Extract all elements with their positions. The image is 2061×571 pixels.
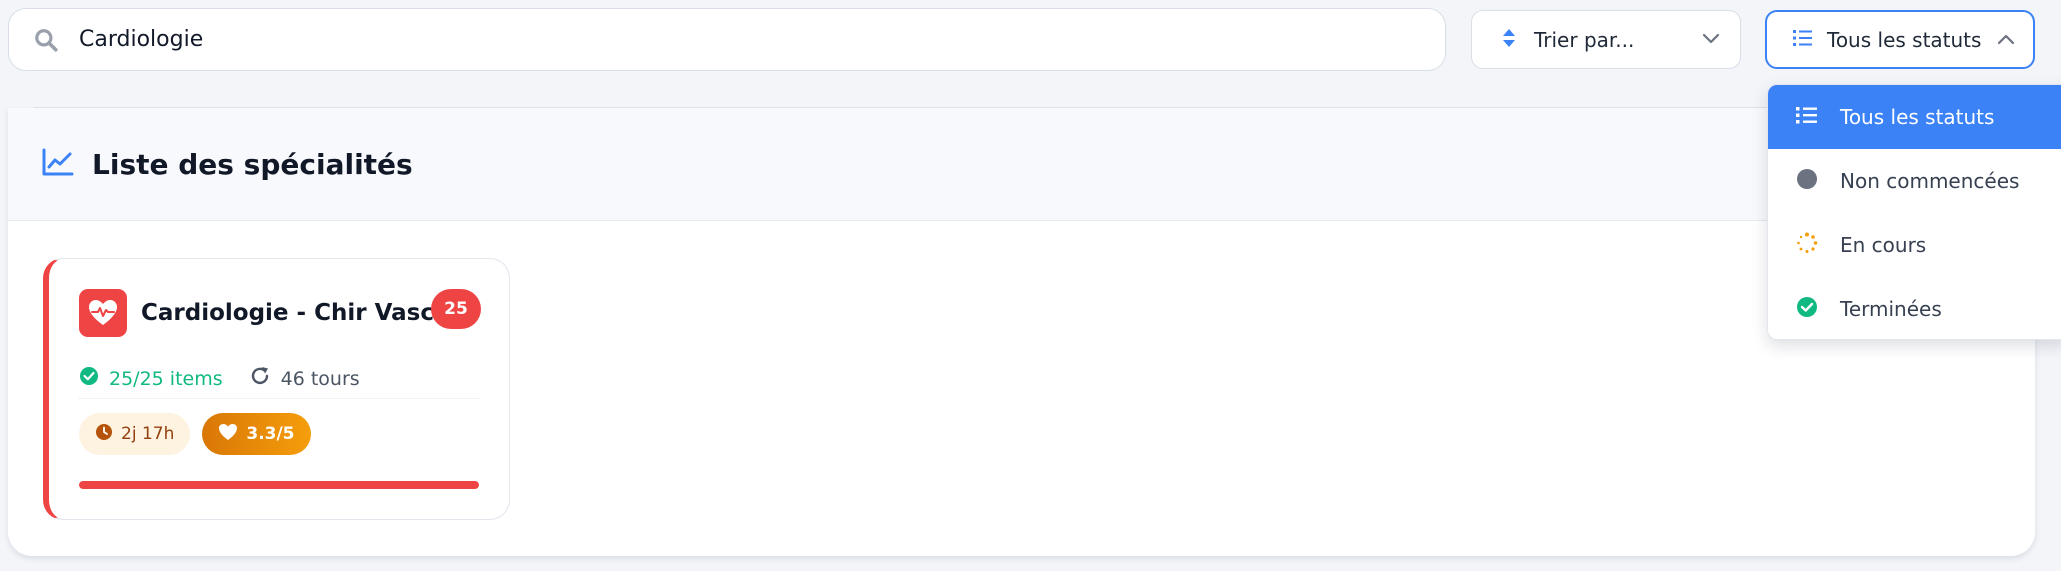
dropdown-item-label: En cours: [1840, 233, 1927, 257]
sort-arrows-icon: [1502, 28, 1516, 52]
clock-icon: [95, 423, 113, 446]
specialties-panel: Liste des spécialités Cardiologie - Chir…: [8, 108, 2035, 556]
dropdown-item-label: Tous les statuts: [1840, 105, 1995, 129]
list-icon: [1796, 105, 1818, 129]
dropdown-item-completed[interactable]: Terminées: [1768, 277, 2061, 339]
tours-stat: 46 tours: [249, 365, 360, 392]
status-filter-select[interactable]: Tous les statuts: [1765, 10, 2035, 69]
gray-dot-icon: [1796, 168, 1818, 195]
panel-header: Liste des spécialités: [8, 108, 2035, 221]
progress-bar: [79, 481, 479, 489]
tours-count: 46 tours: [280, 367, 360, 390]
status-filter-label: Tous les statuts: [1827, 27, 1982, 52]
progress-fill: [79, 481, 479, 489]
dropdown-item-not-started[interactable]: Non commencées: [1768, 149, 2061, 213]
specialty-name: Cardiologie - Chir Vasc.: [141, 300, 443, 326]
sort-select[interactable]: Trier par...: [1471, 10, 1741, 69]
items-stat: 25/25 items: [79, 366, 223, 391]
refresh-icon: [249, 365, 271, 392]
heart-icon: [218, 423, 238, 446]
time-chip: 2j 17h: [79, 413, 191, 455]
search-box[interactable]: [8, 8, 1446, 71]
status-dropdown-menu: Tous les statuts Non commencées En cours: [1767, 84, 2061, 340]
items-count: 25/25 items: [109, 367, 223, 390]
search-input[interactable]: [79, 27, 1379, 52]
sort-label: Trier par...: [1534, 27, 1635, 52]
chevron-down-icon: [1702, 30, 1720, 49]
dropdown-item-label: Terminées: [1840, 297, 1942, 321]
check-circle-icon: [1796, 296, 1818, 323]
heart-pulse-icon: [79, 289, 127, 337]
chips-row: 2j 17h 3.3/5: [79, 413, 311, 455]
check-circle-icon: [79, 366, 99, 391]
dropdown-item-label: Non commencées: [1840, 169, 2020, 193]
spinner-icon: [1796, 232, 1818, 259]
count-badge: 25: [431, 289, 481, 329]
chart-line-icon: [42, 148, 74, 180]
panel-title: Liste des spécialités: [92, 147, 413, 181]
specialty-card[interactable]: Cardiologie - Chir Vasc. 25 25/25 items: [43, 258, 510, 520]
dropdown-item-in-progress[interactable]: En cours: [1768, 213, 2061, 277]
specialty-card-header: Cardiologie - Chir Vasc.: [79, 289, 443, 337]
time-text: 2j 17h: [121, 424, 175, 444]
rating-chip: 3.3/5: [202, 413, 311, 455]
stats-row: 25/25 items 46 tours: [79, 359, 479, 399]
rating-text: 3.3/5: [246, 424, 295, 444]
search-icon: [31, 25, 61, 55]
list-icon: [1793, 29, 1813, 51]
dropdown-item-all[interactable]: Tous les statuts: [1768, 85, 2061, 149]
chevron-up-icon: [1997, 30, 2015, 49]
